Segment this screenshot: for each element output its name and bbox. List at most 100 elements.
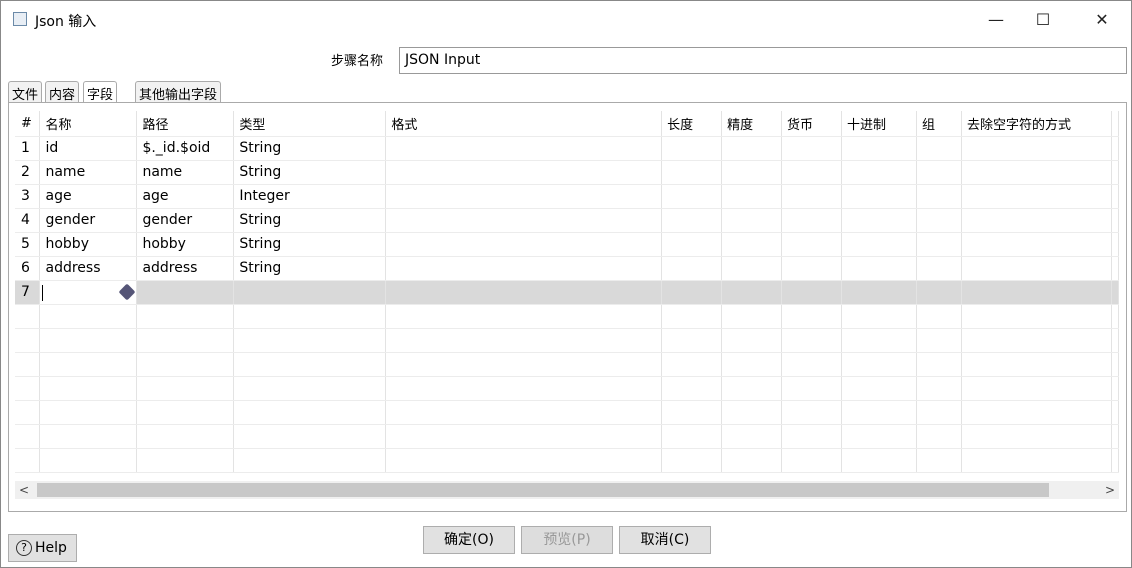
cell-name[interactable] <box>39 376 138 401</box>
cell-col8[interactable] <box>841 160 917 185</box>
cell-col4[interactable] <box>385 448 663 473</box>
cell-col8[interactable] <box>841 136 917 161</box>
cell-col10[interactable] <box>961 208 1112 233</box>
cell-col7[interactable] <box>781 160 843 185</box>
cell-col10[interactable] <box>961 232 1112 257</box>
cell-col5[interactable] <box>661 256 723 281</box>
cell-col11[interactable] <box>1111 256 1119 281</box>
table-row[interactable] <box>15 376 1119 401</box>
cell-col6[interactable] <box>721 136 783 161</box>
cell-col4[interactable] <box>385 376 663 401</box>
cell-name[interactable] <box>39 328 138 353</box>
cell-col6[interactable] <box>721 400 783 425</box>
cell-col11[interactable] <box>1111 232 1119 257</box>
cell-col6[interactable] <box>721 208 783 233</box>
cell-col6[interactable] <box>721 304 783 329</box>
cell-col4[interactable] <box>385 352 663 377</box>
cell-col10[interactable] <box>961 448 1112 473</box>
cell-col11[interactable] <box>1111 328 1119 353</box>
cell-col10[interactable] <box>961 184 1112 209</box>
table-row[interactable] <box>15 304 1119 329</box>
cell-col11[interactable] <box>1111 376 1119 401</box>
cell-col8[interactable] <box>841 448 917 473</box>
cell-index[interactable] <box>15 448 41 473</box>
cell-col4[interactable] <box>385 208 663 233</box>
cell-name[interactable] <box>39 400 138 425</box>
cell-col10[interactable] <box>961 280 1112 305</box>
fields-table[interactable]: # 名称 路径 类型 格式 长度 精度 货币 十进制 组 去除空字符的方式 1i… <box>15 111 1119 479</box>
cell-col10[interactable] <box>961 136 1112 161</box>
cell-path[interactable]: name <box>136 160 235 185</box>
cell-col10[interactable] <box>961 424 1112 449</box>
cell-name[interactable] <box>39 304 138 329</box>
cell-type[interactable] <box>233 376 387 401</box>
cell-index[interactable]: 7 <box>15 280 41 305</box>
cell-type[interactable]: String <box>233 136 387 161</box>
tab-other-output-fields[interactable]: 其他输出字段 <box>135 81 222 103</box>
cell-col5[interactable] <box>661 352 723 377</box>
cell-index[interactable] <box>15 400 41 425</box>
table-row[interactable]: 7 <box>15 280 1119 305</box>
cell-col7[interactable] <box>781 400 843 425</box>
cell-col7[interactable] <box>781 184 843 209</box>
cell-col9[interactable] <box>916 208 962 233</box>
col-header-decimal[interactable]: 十进制 <box>841 111 917 137</box>
cell-col5[interactable] <box>661 160 723 185</box>
cell-type[interactable]: Integer <box>233 184 387 209</box>
cell-col9[interactable] <box>916 280 962 305</box>
cell-name[interactable]: hobby <box>39 232 138 257</box>
minimize-button[interactable]: — <box>973 7 1019 33</box>
cell-col11[interactable] <box>1111 280 1119 305</box>
cell-index[interactable] <box>15 304 41 329</box>
cell-col11[interactable] <box>1111 184 1119 209</box>
cell-col7[interactable] <box>781 256 843 281</box>
cell-index[interactable] <box>15 352 41 377</box>
col-header-format[interactable]: 格式 <box>385 111 663 137</box>
cell-path[interactable]: address <box>136 256 235 281</box>
cell-name[interactable]: address <box>39 256 138 281</box>
cell-col7[interactable] <box>781 304 843 329</box>
cell-col9[interactable] <box>916 424 962 449</box>
cell-path[interactable] <box>136 280 235 305</box>
cell-name[interactable]: id <box>39 136 138 161</box>
cell-col9[interactable] <box>916 160 962 185</box>
col-header-precision[interactable]: 精度 <box>721 111 783 137</box>
table-row[interactable] <box>15 448 1119 473</box>
cell-index[interactable]: 4 <box>15 208 41 233</box>
cell-name[interactable] <box>39 448 138 473</box>
cell-col6[interactable] <box>721 280 783 305</box>
cell-path[interactable] <box>136 328 235 353</box>
cell-col10[interactable] <box>961 352 1112 377</box>
cell-col5[interactable] <box>661 208 723 233</box>
cell-path[interactable]: $._id.$oid <box>136 136 235 161</box>
col-header-group[interactable]: 组 <box>916 111 962 137</box>
cell-index[interactable]: 1 <box>15 136 41 161</box>
cell-col7[interactable] <box>781 232 843 257</box>
cancel-button[interactable]: 取消(C) <box>619 526 711 554</box>
cell-col5[interactable] <box>661 304 723 329</box>
col-header-currency[interactable]: 货币 <box>781 111 843 137</box>
cell-col5[interactable] <box>661 328 723 353</box>
cell-path[interactable] <box>136 400 235 425</box>
scrollbar-thumb[interactable] <box>37 483 1049 497</box>
cell-col10[interactable] <box>961 376 1112 401</box>
cell-col8[interactable] <box>841 328 917 353</box>
table-row[interactable] <box>15 328 1119 353</box>
cell-col8[interactable] <box>841 184 917 209</box>
cell-col4[interactable] <box>385 256 663 281</box>
cell-path[interactable] <box>136 424 235 449</box>
cell-col11[interactable] <box>1111 352 1119 377</box>
cell-type[interactable]: String <box>233 232 387 257</box>
col-header-index[interactable]: # <box>15 111 41 137</box>
cell-col7[interactable] <box>781 328 843 353</box>
table-row[interactable]: 6 address address String <box>15 256 1119 281</box>
cell-col10[interactable] <box>961 160 1112 185</box>
cell-path[interactable] <box>136 352 235 377</box>
tab-content[interactable]: 内容 <box>45 81 80 103</box>
cell-col9[interactable] <box>916 184 962 209</box>
cell-col4[interactable] <box>385 232 663 257</box>
cell-col9[interactable] <box>916 352 962 377</box>
cell-col8[interactable] <box>841 256 917 281</box>
col-header-path[interactable]: 路径 <box>136 111 235 137</box>
cell-name[interactable] <box>39 352 138 377</box>
